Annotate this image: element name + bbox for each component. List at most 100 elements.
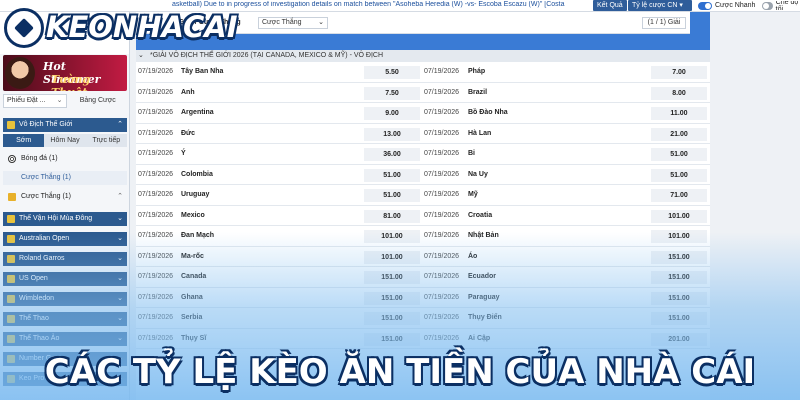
- table-row: 07/19/2026 Canada 151.00 07/19/2026 Ecuador 1…: [136, 267, 710, 288]
- left-odds-button[interactable]: 9.00: [364, 107, 420, 120]
- left-team: Tây Ban Nha: [181, 68, 224, 75]
- chevron-down-icon: ⌄: [56, 97, 63, 104]
- section-world-cup[interactable]: Vô Địch Thế Giới ⌃: [3, 118, 127, 132]
- streamer-avatar: [5, 57, 35, 89]
- left-odds-button[interactable]: 151.00: [364, 291, 420, 305]
- market-label: Cược Thắng: [262, 19, 302, 26]
- sidebar-sport[interactable]: US Open ⌄: [3, 272, 127, 286]
- right-odds-button[interactable]: 151.00: [651, 250, 707, 264]
- sport-icon: [7, 215, 15, 223]
- right-odds-button[interactable]: 101.00: [651, 209, 707, 223]
- right-odds-button[interactable]: 7.00: [651, 66, 707, 79]
- sidebar-item-outright-group[interactable]: Cược Thắng (1) ⌃: [3, 190, 127, 204]
- tab-live[interactable]: Trực tiếp: [86, 134, 127, 147]
- right-odds-button[interactable]: 21.00: [651, 127, 707, 141]
- left-odds-button[interactable]: 151.00: [364, 332, 420, 346]
- left-date: 07/19/2026: [138, 252, 174, 260]
- sidebar-item-label: Bóng đá (1): [21, 155, 58, 162]
- quick-bet-toggle[interactable]: Cược Nhanh: [698, 1, 755, 10]
- promo-banner[interactable]: Hot Streamer Tường Thuật: [3, 55, 127, 91]
- odds-type-select[interactable]: Tỷ lệ cược CN ▾: [628, 0, 692, 11]
- left-team: Mexico: [181, 211, 205, 219]
- table-row: 07/19/2026 Ý 36.00 07/19/2026 Bỉ 51.00: [136, 144, 710, 165]
- left-team: Ý: [181, 150, 186, 157]
- news-ticker[interactable]: asketball) Due to in progress of investi…: [172, 1, 592, 8]
- sidebar-sport[interactable]: Australian Open ⌄: [3, 232, 127, 246]
- table-row: 07/19/2026 Ghana 151.00 07/19/2026 Paraguay 1…: [136, 288, 710, 308]
- right-team: Mỹ: [468, 191, 478, 198]
- right-team: Croatia: [468, 211, 493, 219]
- sport-icon: [7, 295, 15, 303]
- bet-board-link[interactable]: Bảng Cược: [69, 94, 128, 108]
- refresh-strip[interactable]: [690, 12, 710, 50]
- competition-pager[interactable]: (1 / 1) Giải: [642, 17, 686, 29]
- market-select[interactable]: Cược Thắng ⌄: [258, 17, 328, 29]
- section-title: Vô Địch Thế Giới: [19, 121, 73, 128]
- right-odds-button[interactable]: 151.00: [651, 291, 707, 305]
- right-odds-button[interactable]: 101.00: [651, 230, 707, 243]
- right-odds-button[interactable]: 11.00: [651, 107, 707, 120]
- left-odds-button[interactable]: 151.00: [364, 271, 420, 284]
- right-team: Pháp: [468, 68, 486, 75]
- sidebar-sport[interactable]: Thế Vận Hội Mùa Đông ⌄: [3, 212, 127, 226]
- sidebar-sport[interactable]: Thể Thao Ảo ⌄: [3, 332, 127, 346]
- left-date: 07/19/2026: [138, 314, 174, 321]
- left-date: 07/19/2026: [138, 293, 174, 301]
- right-date: 07/19/2026: [424, 129, 460, 137]
- left-odds-button[interactable]: 7.50: [364, 86, 420, 100]
- left-odds-button[interactable]: 51.00: [364, 189, 420, 202]
- left-odds-button[interactable]: 36.00: [364, 148, 420, 161]
- sport-label: Thể Thao: [19, 315, 49, 322]
- dark-mode-toggle[interactable]: Chế độ tối: [762, 1, 800, 10]
- dark-mode-label: Chế độ tối: [775, 1, 799, 10]
- sport-icon: [7, 255, 15, 263]
- left-odds-button[interactable]: 151.00: [364, 312, 420, 325]
- right-odds-button[interactable]: 8.00: [651, 86, 707, 100]
- trophy-icon: [7, 121, 15, 129]
- left-date: 07/19/2026: [138, 88, 174, 96]
- chevron-down-icon: ⌄: [117, 255, 123, 262]
- right-date: 07/19/2026: [424, 211, 460, 219]
- sidebar-sport[interactable]: Thể Thao ⌄: [3, 312, 127, 326]
- sidebar-sport[interactable]: Wimbledon ⌄: [3, 292, 127, 306]
- left-team: Đan Mạch: [181, 232, 215, 239]
- chevron-down-icon: ⌄: [117, 275, 123, 282]
- table-row: 07/19/2026 Ma-rốc 101.00 07/19/2026 Áo 151.00: [136, 247, 710, 267]
- right-odds-button[interactable]: 201.00: [651, 332, 707, 346]
- left-odds-button[interactable]: 81.00: [364, 209, 420, 223]
- sport-icon: [7, 275, 15, 283]
- left-odds-button[interactable]: 101.00: [364, 250, 420, 264]
- odds-table: 07/19/2026 Tây Ban Nha 5.50 07/19/2026 Pháp 7…: [136, 62, 710, 349]
- toggle-switch-icon: [698, 1, 712, 10]
- betslip-select[interactable]: Phiếu Đặt ... ⌄: [3, 94, 67, 108]
- table-row: 07/19/2026 Thụy Sĩ 151.00 07/19/2026 Ai Cập 2…: [136, 329, 710, 349]
- right-odds-button[interactable]: 151.00: [651, 312, 707, 325]
- left-odds-button[interactable]: 5.50: [364, 66, 420, 79]
- right-odds-button[interactable]: 71.00: [651, 189, 707, 202]
- sidebar-item-outright[interactable]: Cược Thắng (1): [3, 171, 127, 185]
- sidebar-item-football[interactable]: Bóng đá (1): [3, 152, 127, 166]
- left-odds-button[interactable]: 101.00: [364, 230, 420, 243]
- tab-early[interactable]: Sớm: [3, 134, 45, 147]
- right-date: 07/19/2026: [424, 273, 460, 280]
- site-logo[interactable]: KEONHACAI: [4, 4, 238, 52]
- competition-header[interactable]: ⌄ *GIẢI VÔ ĐỊCH THẾ GIỚI 2026 (TẠI CANAD…: [136, 50, 710, 62]
- right-date: 07/19/2026: [424, 88, 460, 96]
- left-date: 07/19/2026: [138, 68, 174, 75]
- right-date: 07/19/2026: [424, 109, 460, 116]
- left-odds-button[interactable]: 13.00: [364, 127, 420, 141]
- left-odds-button[interactable]: 51.00: [364, 168, 420, 182]
- tab-today[interactable]: Hôm Nay: [44, 134, 85, 147]
- chevron-up-icon: ⌃: [117, 193, 123, 200]
- sidebar-sport[interactable]: Roland Garros ⌄: [3, 252, 127, 266]
- main-panel: Ế Giới / Cược Thắng Cược Thắng ⌄ (1 / 1) …: [136, 12, 710, 400]
- right-odds-button[interactable]: 51.00: [651, 168, 707, 182]
- chevron-down-icon: ⌄: [117, 215, 123, 222]
- left-team: Ghana: [181, 293, 203, 301]
- right-odds-button[interactable]: 51.00: [651, 148, 707, 161]
- right-date: 07/19/2026: [424, 68, 460, 75]
- toggle-switch-icon: [762, 1, 773, 10]
- results-button[interactable]: Kết Quả: [593, 0, 627, 11]
- right-odds-button[interactable]: 151.00: [651, 271, 707, 284]
- left-team: Thụy Sĩ: [181, 334, 207, 342]
